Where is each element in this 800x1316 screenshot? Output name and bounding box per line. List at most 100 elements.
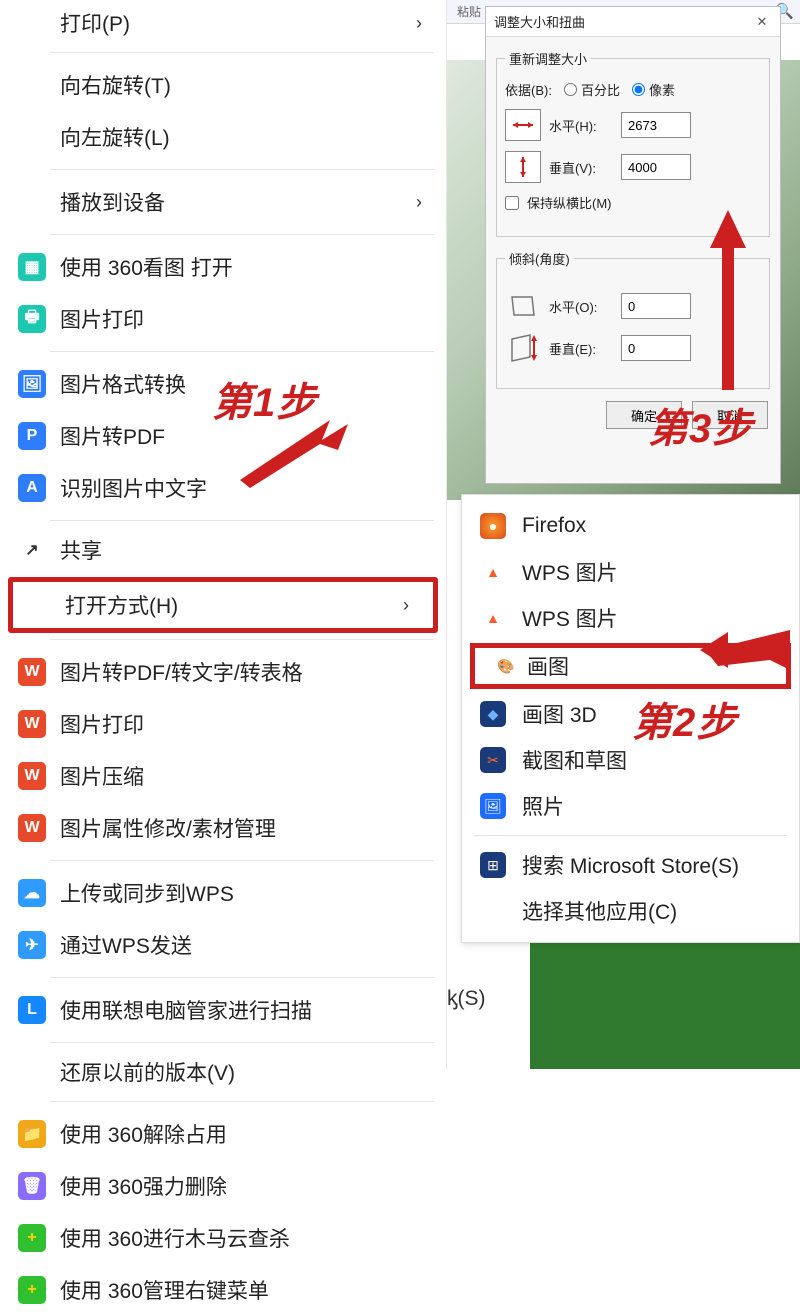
sub-paint3d[interactable]: ◆画图 3D bbox=[462, 691, 799, 737]
ctx-ocr[interactable]: A识别图片中文字 bbox=[0, 462, 446, 514]
ctx-label: 图片打印 bbox=[60, 709, 144, 739]
ctx-360-scan[interactable]: + 使用 360进行木马云查杀 bbox=[0, 1212, 446, 1264]
sub-label: WPS 图片 bbox=[522, 603, 618, 633]
ctx-wps-print[interactable]: W 图片打印 bbox=[0, 698, 446, 750]
360-shield-icon: + bbox=[18, 1224, 46, 1252]
skew-h-label: 水平(O): bbox=[549, 297, 613, 316]
ctx-360-delete[interactable]: 🗑 使用 360强力删除 bbox=[0, 1160, 446, 1212]
radio-pixel[interactable]: 像素 bbox=[632, 80, 675, 99]
ctx-label: 向右旋转(T) bbox=[60, 70, 171, 100]
mspaint-icon: 🎨 bbox=[493, 653, 519, 679]
ctx-share[interactable]: ↗共享 bbox=[0, 527, 446, 573]
h-input[interactable] bbox=[621, 112, 691, 138]
radio-percent[interactable]: 百分比 bbox=[564, 80, 620, 99]
sub-label: 照片 bbox=[522, 791, 564, 821]
ctx-print[interactable]: 打印(P) › bbox=[0, 0, 446, 46]
skew-v-icon bbox=[505, 332, 541, 364]
v-label: 垂直(V): bbox=[549, 158, 613, 177]
ctx-label: 使用 360看图 打开 bbox=[60, 252, 233, 282]
separator bbox=[50, 1042, 434, 1043]
ctx-open-with[interactable]: 打开方式(H)› bbox=[8, 577, 438, 633]
radio-label: 百分比 bbox=[581, 80, 620, 99]
separator bbox=[50, 639, 434, 640]
sub-label: WPS 图片 bbox=[522, 557, 618, 587]
pdf-icon: P bbox=[18, 422, 46, 450]
close-icon[interactable]: ✕ bbox=[752, 14, 772, 30]
paste-label: 粘贴 bbox=[457, 3, 481, 20]
separator bbox=[50, 351, 434, 352]
ctx-label: 通过WPS发送 bbox=[60, 930, 192, 960]
vertical-arrows-icon bbox=[505, 151, 541, 183]
ctx-restore[interactable]: 还原以前的版本(V) bbox=[0, 1049, 446, 1095]
wps-icon: W bbox=[18, 814, 46, 842]
v-input[interactable] bbox=[621, 154, 691, 180]
sub-photos[interactable]: 🖼 照片 bbox=[462, 783, 799, 829]
ctx-wps-compress[interactable]: W图片压缩 bbox=[0, 750, 446, 802]
sub-wps2[interactable]: ▲ WPS 图片 bbox=[462, 595, 799, 641]
resize-legend: 重新调整大小 bbox=[505, 49, 591, 68]
ctx-lenovo[interactable]: L使用联想电脑管家进行扫描 bbox=[0, 984, 446, 1036]
ctx-wps-upload[interactable]: ☁上传或同步到WPS bbox=[0, 867, 446, 919]
skew-v-label: 垂直(E): bbox=[549, 339, 613, 358]
ctx-label: 图片转PDF/转文字/转表格 bbox=[60, 657, 303, 687]
shredder-icon: 🗑 bbox=[18, 1172, 46, 1200]
keep-ratio-checkbox[interactable] bbox=[505, 196, 519, 210]
ctx-label: 上传或同步到WPS bbox=[60, 878, 234, 908]
wps-icon: W bbox=[18, 710, 46, 738]
wps-icon: W bbox=[18, 658, 46, 686]
wps-icon: W bbox=[18, 762, 46, 790]
ctx-cast[interactable]: 播放到设备 › bbox=[0, 176, 446, 228]
skew-legend: 倾斜(角度) bbox=[505, 249, 574, 268]
keep-ratio-label: 保持纵横比(M) bbox=[527, 193, 612, 212]
send-icon: ✈ bbox=[18, 931, 46, 959]
separator bbox=[50, 52, 434, 53]
radio-label: 像素 bbox=[649, 80, 675, 99]
ctx-wps-send[interactable]: ✈ 通过WPS发送 bbox=[0, 919, 446, 971]
ctx-360-menu[interactable]: +使用 360管理右键菜单 bbox=[0, 1264, 446, 1316]
dialog-titlebar[interactable]: 调整大小和扭曲 ✕ bbox=[486, 7, 780, 37]
keep-ratio-row[interactable]: 保持纵横比(M) bbox=[505, 193, 761, 212]
skew-fieldset: 倾斜(角度) 水平(O): 垂直(E): bbox=[496, 249, 770, 389]
ctx-label: 图片属性修改/素材管理 bbox=[60, 813, 276, 843]
ctx-label: 图片格式转换 bbox=[60, 369, 186, 399]
ctx-open-360[interactable]: ▦ 使用 360看图 打开 bbox=[0, 241, 446, 293]
ctx-label: 识别图片中文字 bbox=[60, 473, 207, 503]
h-label: 水平(H): bbox=[549, 116, 613, 135]
ctx-pic-print[interactable]: 🖶图片打印 bbox=[0, 293, 446, 345]
separator bbox=[50, 977, 434, 978]
chevron-right-icon: › bbox=[416, 192, 422, 213]
wps-pic-icon: ▲ bbox=[480, 559, 506, 585]
sub-store[interactable]: ⊞搜索 Microsoft Store(S) bbox=[462, 842, 799, 888]
sub-choose[interactable]: 选择其他应用(C) bbox=[462, 888, 799, 934]
sub-paint[interactable]: 🎨画图 bbox=[470, 643, 791, 689]
ctx-wps-attr[interactable]: W 图片属性修改/素材管理 bbox=[0, 802, 446, 854]
app-icon-360: ▦ bbox=[18, 253, 46, 281]
printer-icon: 🖶 bbox=[18, 305, 46, 333]
radio-percent-input[interactable] bbox=[564, 83, 577, 96]
ctx-label: 使用 360进行木马云查杀 bbox=[60, 1223, 290, 1253]
photos-icon: 🖼 bbox=[480, 793, 506, 819]
ctx-rotate-left[interactable]: 向左旋转(L) bbox=[0, 111, 446, 163]
radio-pixel-input[interactable] bbox=[632, 83, 645, 96]
separator bbox=[50, 169, 434, 170]
sub-wps1[interactable]: ▲ WPS 图片 bbox=[462, 549, 799, 595]
step1-label: 第1步 bbox=[212, 370, 317, 428]
ctx-rotate-right[interactable]: 向右旋转(T) bbox=[0, 59, 446, 111]
ctx-wps-convert[interactable]: W 图片转PDF/转文字/转表格 bbox=[0, 646, 446, 698]
firefox-icon: ● bbox=[480, 513, 506, 539]
ctx-label: 播放到设备 bbox=[60, 187, 165, 217]
sub-firefox[interactable]: ●Firefox bbox=[462, 503, 799, 549]
skew-v-input[interactable] bbox=[621, 335, 691, 361]
skew-h-input[interactable] bbox=[621, 293, 691, 319]
ctx-label: 使用 360解除占用 bbox=[60, 1119, 227, 1149]
open-with-submenu: ●Firefox ▲ WPS 图片 ▲ WPS 图片 🎨画图 ◆画图 3D ✂截图和… bbox=[461, 494, 800, 943]
wps-pic-icon: ▲ bbox=[480, 605, 506, 631]
ctx-label: 打印(P) bbox=[60, 8, 130, 38]
skew-h-icon bbox=[505, 290, 541, 322]
sub-snip[interactable]: ✂截图和草图 bbox=[462, 737, 799, 783]
ctx-label: 使用 360强力删除 bbox=[60, 1171, 227, 1201]
ctx-360-release[interactable]: 📁使用 360解除占用 bbox=[0, 1108, 446, 1160]
ctx-label: 还原以前的版本(V) bbox=[60, 1057, 235, 1087]
paint3d-icon: ◆ bbox=[480, 701, 506, 727]
chevron-right-icon: › bbox=[416, 13, 422, 34]
